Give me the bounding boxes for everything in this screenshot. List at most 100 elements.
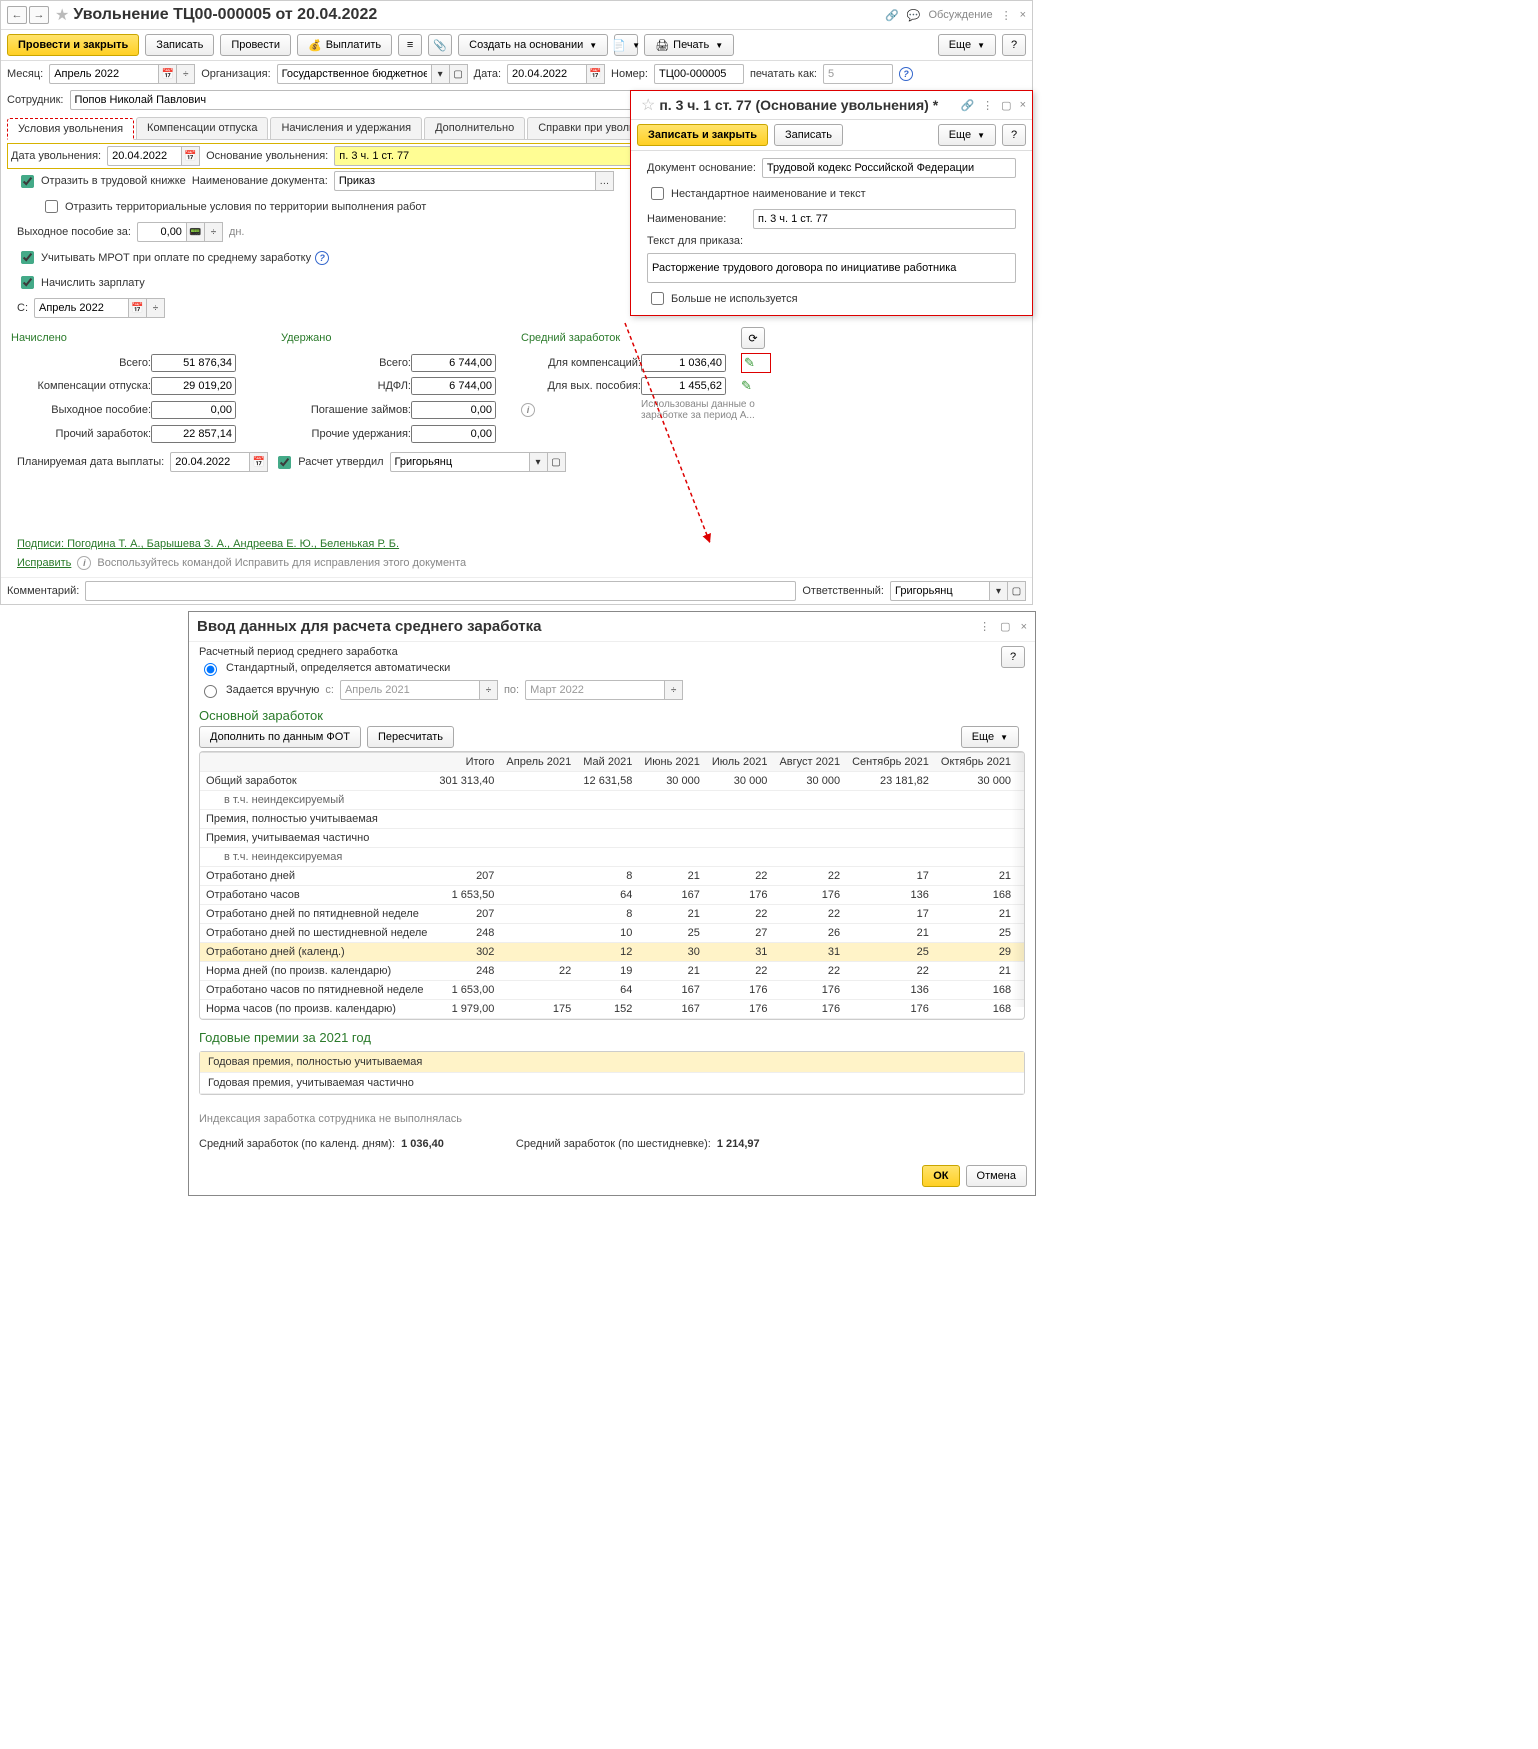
write-button[interactable]: Записать: [145, 34, 214, 56]
responsible-dropdown-icon[interactable]: ▾: [990, 581, 1008, 601]
options-icon[interactable]: ⋮: [1001, 9, 1012, 22]
popup-link-icon[interactable]: 🔗: [960, 99, 974, 112]
refresh-button[interactable]: ⟳: [741, 327, 765, 349]
employee-label: Сотрудник:: [7, 94, 64, 106]
tab-dismissal-conditions[interactable]: Условия увольнения: [7, 118, 134, 140]
month-calendar-icon[interactable]: 📅: [159, 64, 177, 84]
avg-earnings-window: Ввод данных для расчета среднего заработ…: [188, 611, 1036, 1196]
structure-icon-button[interactable]: ≡: [398, 34, 422, 56]
popup-help-button[interactable]: ?: [1002, 124, 1026, 146]
severance2-label: Выходное пособие:: [11, 404, 151, 416]
print-as-help-icon[interactable]: ?: [899, 67, 913, 81]
edit-avg-comp-icon[interactable]: ✎: [741, 353, 771, 373]
basis-doc-input[interactable]: [762, 158, 1016, 178]
radio-standard[interactable]: [204, 663, 217, 676]
order-text-input[interactable]: [647, 253, 1016, 283]
mrot-help-icon[interactable]: ?: [315, 251, 329, 265]
fill-fot-button[interactable]: Дополнить по данным ФОТ: [199, 726, 361, 748]
approver-input[interactable]: [390, 452, 530, 472]
planned-date-calendar-icon[interactable]: 📅: [250, 452, 268, 472]
popup-save-close-button[interactable]: Записать и закрыть: [637, 124, 768, 146]
avg-options-icon[interactable]: ⋮: [979, 620, 990, 633]
forward-button[interactable]: →: [29, 6, 49, 24]
approver-open-icon[interactable]: ▢: [548, 452, 566, 472]
popup-star-icon[interactable]: ☆: [641, 95, 655, 115]
cancel-button[interactable]: Отмена: [966, 1165, 1027, 1187]
popup-options-icon[interactable]: ⋮: [982, 99, 993, 112]
popup-more-button[interactable]: Еще▼: [938, 124, 996, 146]
recalc-button[interactable]: Пересчитать: [367, 726, 454, 748]
post-button[interactable]: Провести: [220, 34, 291, 56]
tab-accruals-deductions[interactable]: Начисления и удержания: [270, 117, 422, 139]
approver-dropdown-icon[interactable]: ▾: [530, 452, 548, 472]
link-icon[interactable]: 🔗: [885, 9, 899, 22]
avg-help-button[interactable]: ?: [1001, 646, 1025, 668]
chat-icon[interactable]: 💬: [907, 9, 921, 22]
responsible-open-icon[interactable]: ▢: [1008, 581, 1026, 601]
date-calendar-icon[interactable]: 📅: [587, 64, 605, 84]
help-button[interactable]: ?: [1002, 34, 1026, 56]
popup-maximize-icon[interactable]: ▢: [1001, 99, 1011, 112]
ok-button[interactable]: ОК: [922, 1165, 959, 1187]
earnings-table[interactable]: ИтогоАпрель 2021Май 2021Июнь 2021Июль 20…: [200, 752, 1025, 1019]
use-mrot-checkbox[interactable]: [21, 251, 34, 264]
avg-maximize-icon[interactable]: ▢: [1000, 620, 1010, 633]
tab-additional[interactable]: Дополнительно: [424, 117, 525, 139]
org-open-icon[interactable]: ▢: [450, 64, 468, 84]
doc-name-input[interactable]: [334, 171, 596, 191]
comment-input[interactable]: [85, 581, 796, 601]
popup-name-input[interactable]: [753, 209, 1016, 229]
planned-date-input[interactable]: [170, 452, 250, 472]
radio-manual[interactable]: [204, 685, 217, 698]
comment-label: Комментарий:: [7, 585, 79, 597]
attach-icon-button[interactable]: 📎: [428, 34, 452, 56]
fix-link[interactable]: Исправить: [17, 557, 71, 569]
popup-close-icon[interactable]: ×: [1020, 99, 1026, 111]
salary-from-stepper-icon[interactable]: ÷: [147, 298, 165, 318]
nonstandard-checkbox[interactable]: [651, 187, 664, 200]
org-dropdown-icon[interactable]: ▾: [432, 64, 450, 84]
tab-leave-compensation[interactable]: Компенсации отпуска: [136, 117, 268, 139]
post-and-close-button[interactable]: Провести и закрыть: [7, 34, 139, 56]
avg-from-input: [340, 680, 480, 700]
discuss-link[interactable]: Обсуждение: [928, 9, 992, 21]
premium-partial-row[interactable]: Годовая премия, учитываемая частично: [200, 1073, 1024, 1094]
date-input[interactable]: [507, 64, 587, 84]
reflect-book-checkbox[interactable]: [21, 175, 34, 188]
salary-from-input[interactable]: [34, 298, 129, 318]
more-button[interactable]: Еще▼: [938, 34, 996, 56]
calc-approved-checkbox[interactable]: [278, 456, 291, 469]
edit-avg-sev-icon[interactable]: ✎: [741, 378, 771, 394]
back-button[interactable]: ←: [7, 6, 27, 24]
payout-button[interactable]: 💰Выплатить: [297, 34, 392, 56]
month-input[interactable]: [49, 64, 159, 84]
signs-link[interactable]: Подписи: Погодина Т. А., Барышева З. А.,…: [17, 538, 399, 550]
month-stepper-icon[interactable]: ÷: [177, 64, 195, 84]
reflect-territorial-checkbox[interactable]: [45, 200, 58, 213]
calc-salary-checkbox[interactable]: [21, 276, 34, 289]
create-based-button[interactable]: Создать на основании▼: [458, 34, 608, 56]
avg-close-icon[interactable]: ×: [1021, 621, 1027, 633]
avg-more-button[interactable]: Еще▼: [961, 726, 1019, 748]
doc-name-select-icon[interactable]: …: [596, 171, 614, 191]
fix-info-icon: i: [77, 556, 91, 570]
dismissal-date-input[interactable]: [107, 146, 182, 166]
number-input[interactable]: [654, 64, 744, 84]
org-input[interactable]: [277, 64, 432, 84]
severance-calc-icon[interactable]: 📟: [187, 222, 205, 242]
doc-name-label: Наименование документа:: [192, 175, 328, 187]
responsible-input[interactable]: [890, 581, 990, 601]
severance-value-input[interactable]: [137, 222, 187, 242]
dismissal-date-calendar-icon[interactable]: 📅: [182, 146, 200, 166]
print-button[interactable]: 🖨 Печать▼: [644, 34, 734, 56]
close-icon[interactable]: ×: [1020, 9, 1026, 21]
document-icon-button[interactable]: 📄▼: [614, 34, 638, 56]
not-used-checkbox[interactable]: [651, 292, 664, 305]
severance-stepper-icon[interactable]: ÷: [205, 222, 223, 242]
salary-from-calendar-icon[interactable]: 📅: [129, 298, 147, 318]
premium-full-row[interactable]: Годовая премия, полностью учитываемая: [200, 1052, 1024, 1073]
for-sev-label: Для вых. пособия:: [521, 380, 641, 392]
print-as-input[interactable]: [823, 64, 893, 84]
favorite-star-icon[interactable]: ★: [55, 5, 69, 25]
popup-write-button[interactable]: Записать: [774, 124, 843, 146]
